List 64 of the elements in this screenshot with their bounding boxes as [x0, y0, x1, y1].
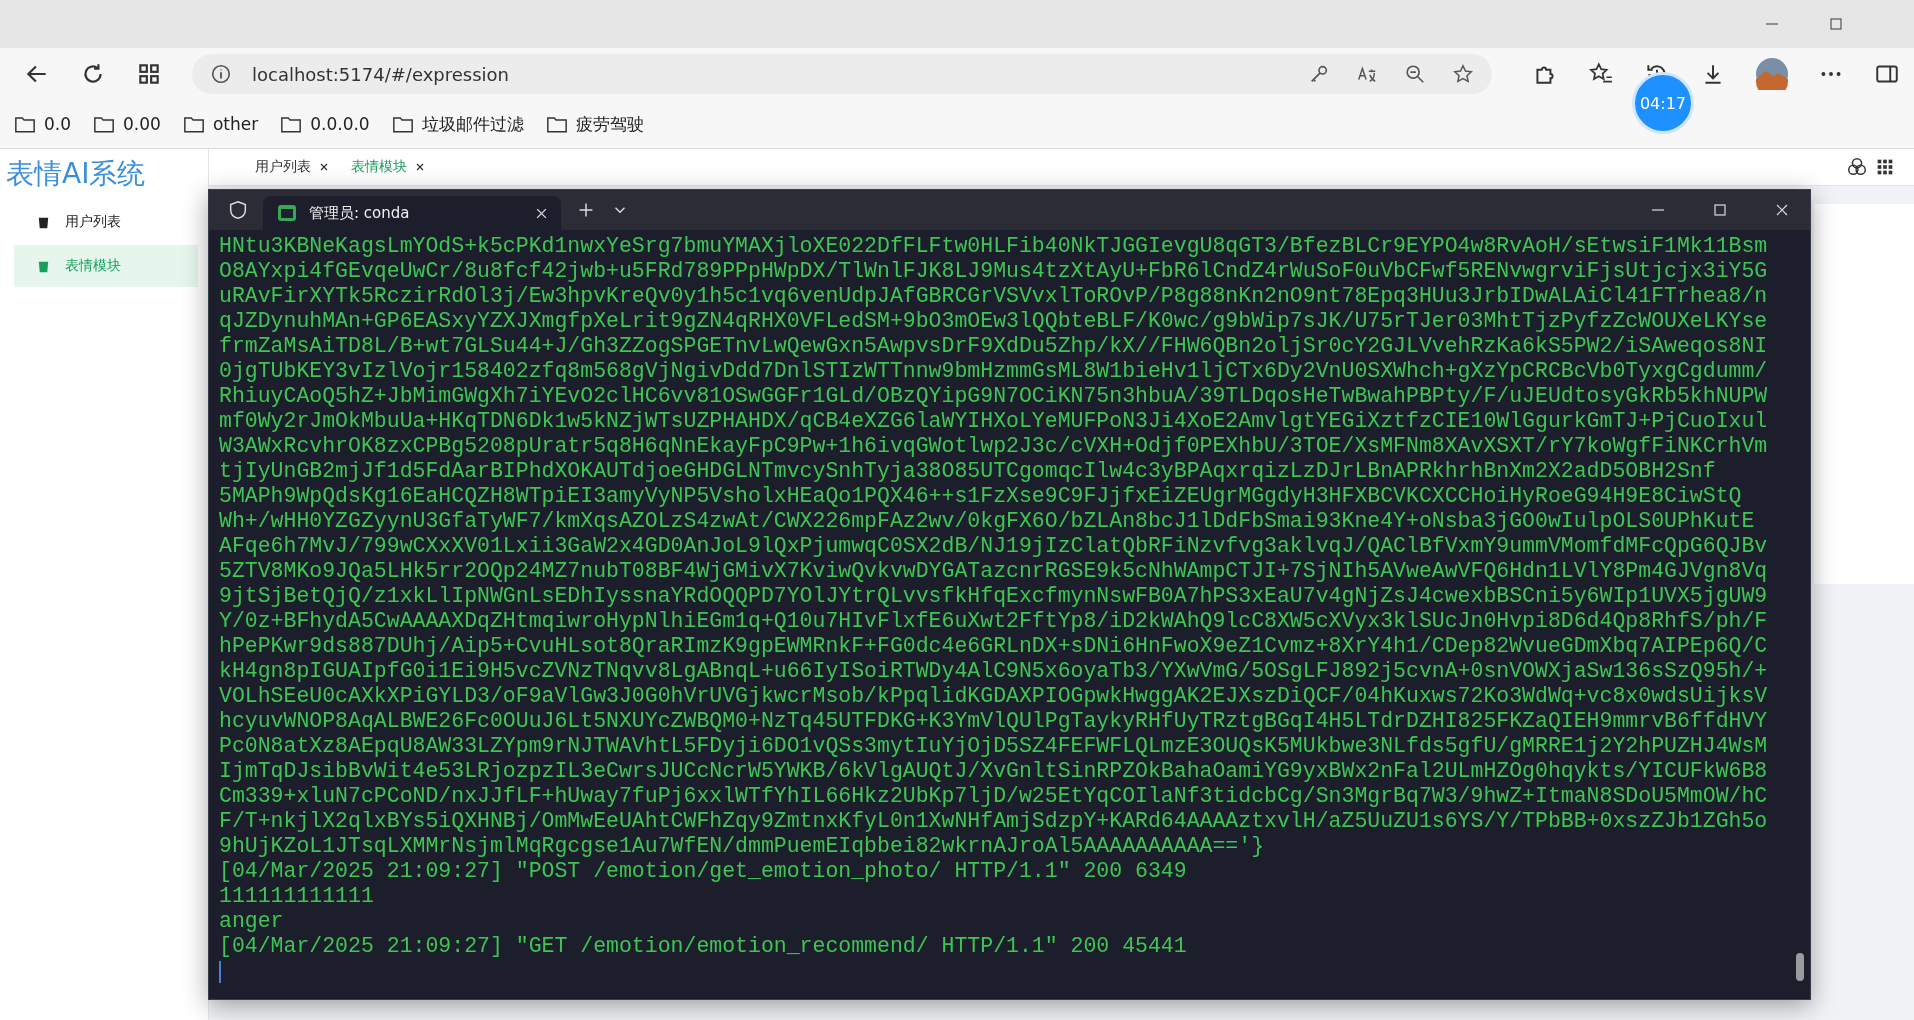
terminal-line: [04/Mar/2025 21:09:27] "POST /emotion/get_emotion_photo/ HTTP/1.1" 200 6349	[219, 859, 1188, 884]
folder-icon	[93, 114, 116, 134]
terminal-line: 5ZTV8MKo9JQa5LHk5rr2OQp24MZ7nubT08BF4WjGMivX7KviwQvkvwDYGATazcnrRGSE9k5cNhWAmpCTJI+7SjNIh5AVweAwVFQ6Hdn1LVlY8Pm4GJVgn8Vq	[219, 559, 1769, 584]
close-icon[interactable]	[415, 162, 425, 172]
terminal-line: 111111111111	[219, 884, 375, 909]
folder-icon	[545, 114, 568, 134]
info-icon[interactable]	[210, 63, 232, 85]
terminal-line: AFqe6h7MvJ/799wCXxXV01Lxii3GaW2x4GD0AnJoL9lQxPjumwqC0SX2dB/NJ19jIzClatQbRFiNzvfvg3aklvqJ/QAClBfVxmY9ummVMomfdMFcQpG6QJBv	[219, 534, 1769, 559]
bookmark-folder[interactable]: 0.0.0.0	[280, 114, 370, 134]
folder-icon	[280, 114, 303, 134]
sidebar-item[interactable]: 用户列表	[14, 201, 198, 243]
zoom-out-icon[interactable]	[1404, 63, 1426, 85]
terminal-line: O8AYxpi4fGEvqeUwCr/8u8fcf42jwb+u5FRd789PPpHWpDX/TlWnlFJK8LJ9Mus4tzXtAyU+FbR6lCndZ4rWuSoF0uVbCFwf5RENvwgrviFjsUtjcjx3iY5G	[219, 259, 1769, 284]
terminal-line: hPePKwr9ds887DUhj/Aip5+CvuHLsot8QraRImzK9gpEWMRnkF+FG0dc4e6GRLnDX+sDNi6HnFwoX9eZ1Cvmz+8XrY4h1/CDep82WvueGDmXbq7AIPEp6Q/C	[219, 634, 1769, 659]
close-icon[interactable]	[319, 162, 329, 172]
terminal-line: kH4gn8pIGUAIpfG0i1Ei9H5vcZVNzTNqvv8LgABnqL+u66IyISoiRTWDy4AlC9N5x6oyaTb3/YXwVmG/5OSgLFJ892j5cvnA+0snVOWXjaSw136sSzQ95h/+	[219, 659, 1769, 684]
terminal-line: 5MAPh9WpQdsKg16EaHCQZH8WTpiEI3amyVyNP5VsholxHEaQo1PQX46++s1FzXse9C9FJjfxEiZEUgrMGgdyH3HFXBCVKCXCCHoiHyRoeG94H9E8CiwStQ	[219, 484, 1743, 509]
avatar-icon[interactable]	[1756, 58, 1788, 90]
bookmark-folder[interactable]: 疲劳驾驶	[545, 112, 644, 136]
terminal-line: 9hUjKZoL1JTsqLXMMrNsjmlMqRgcgse1Au7WfEN/dmmPuemEIqbbei82wkrnAJroAl5AAAAAAAAAA=='}	[219, 834, 1266, 859]
key-icon[interactable]	[1308, 63, 1330, 85]
terminal-line: Cm339+xluN7cPCoND/nxJJfLF+hUway7fuPj6xxlWTfYhIL66Hkz2UbKp7ljD/w25EtYqCOIlaNf3tidcbCg/Sn3MgrBq7W3/9hwZ+ItmaN8SDoU5MmOW/hC	[219, 784, 1769, 809]
terminal-line: uRAvFirXYTk5RczirRdOl3j/Ew3hpvKreQv0y1h5c1vq6venUdpJAfGBRCGrVSVvxlToROvP/P8g88nKn2nO9nt78Epq3HUu3JrbIDwALAiCl41FTrhea8/n	[219, 284, 1769, 309]
terminal-line: HNtu3KBNeKagsLmYOdS+k5cPKd1nwxYeSrg7bmuYMAXjloXE022DfFLFtw0HLFib40NkTJGGIevgU8qGT3/BfezBLCr9EYPO4w8RvAoH/sEtwsiF1Mk11Bsm	[219, 234, 1769, 259]
grid-icon[interactable]	[136, 61, 162, 87]
terminal-line: 9jtSjBetQjQ/z1xkLlIpNWGnLsEDhIyssnaYRdOQQPD7YOlJYtrQLvvsfkHfqExcfmynNswFB0A7hPS3xEaU7v4gNjZsJ4cwexbBSCni5y6WIp1UVX5jgUW9	[219, 584, 1769, 609]
terminal-line: [04/Mar/2025 21:09:27] "GET /emotion/emotion_recommend/ HTTP/1.1" 200 45441	[219, 934, 1188, 959]
maximize-icon[interactable]	[1712, 202, 1728, 218]
bookmark-folder[interactable]: 0.0	[14, 114, 72, 134]
maximize-icon[interactable]	[1828, 16, 1844, 32]
bookmark-folder[interactable]: 垃圾邮件过滤	[391, 112, 524, 136]
folder-icon	[182, 114, 205, 134]
terminal-line: mf0Wy2rJmOkMbuUa+HKqTDN6Dk1w5kNZjWTsUZPHAHDX/qCB4eXZG6laWYIHXoLYeMUFPoN3Ji4XoE2AmvlgtYEGiXztfzCIE10WlGgurkGmTJ+PjCuoIxul	[219, 409, 1769, 434]
terminal-line: tjIyUnGB2mjJf1d5FdAarBIPhdXOKAUTdjoeGHDGLNTmvcySnhTyja38O85UTCgomqcIlw4c3yBPAqxrqizLzDJrLBnAPRkhrhBnXm2X2adD5OBH2Snf	[219, 459, 1717, 484]
url-text: localhost:5174/#/expression	[252, 63, 510, 85]
folder-icon	[391, 114, 414, 134]
terminal-line: Wh+/wHH0YZGZyynU3GfaTyWF7/kmXqsAZOLzS4zwAt/CWX226mpFAz2wv/0kgFX6O/bZLAn8bcJ1lDdFbSmai93Kne4Y+oNsba3jGO0wIulpOLS0UPhKutE	[219, 509, 1756, 534]
terminal-tab[interactable]: 管理员: conda	[263, 196, 561, 230]
shield-icon	[227, 199, 249, 221]
terminal-line: VOLhSEeU0cAXkXPiGYLD3/oF9aVlGw3J0G0hVrUVGjkwcrMsob/kPpqlidKGDAXPIOGpwkHwggAK2EJXszDiQCF/04hKuxws72Ko3WdWq+vc8x0wdsUijksV	[219, 684, 1769, 709]
terminal-icon	[277, 203, 297, 223]
terminal-line: frmZaMsAiTD8L/B+wt7GLSu44+J/Gh3ZZogSPGETnvLwQewGxn5AwpvsDrF9XdDu5Zhp/kX//FHW6QBn2oljSr0cY2GJLVvehRzKa6kS5PW2/iSAweqos8NI	[219, 334, 1769, 359]
favorite-star-icon[interactable]	[1452, 63, 1474, 85]
bookmark-folder[interactable]: 0.00	[93, 114, 161, 134]
color-icon[interactable]	[1846, 156, 1868, 178]
address-bar[interactable]: localhost:5174/#/expression	[192, 54, 1492, 94]
terminal-line: 0jgTUbKEY3vIzlVojr158402zfq8m568gVjNgivDdd7DnlSTIzWTTnnw9bmHzmmGsML8W1bieHv1ljCTx6Dy2VnU0SXWhch+gXzYpCRCBcVb0TyxgCgdumm/	[219, 359, 1769, 384]
folder-icon	[14, 114, 36, 134]
translate-icon[interactable]	[1356, 63, 1378, 85]
terminal-line: IjmTqDJsibBvWit4e53LRjozpzIL3eCwrsJUCcNcrW5YWKB/6kVlgAUQtJ/XvGnltSinRPZOkBahaOamiYG9yxBWx2nFal2ULmHZOg0hqykts/YICUFkW6B8	[219, 759, 1769, 784]
terminal-line: W3AWxRcvhrOK8zxCPBg5208pUratr5q8H6qNnEkayFpC9Pw+1h6ivqGWotlwp2J3c/cVXH+Odjf0PEXhbU/3TOE/XsMFNm8XAvXSXT/rY7koWgfFiNKCrhVm	[219, 434, 1769, 459]
terminal-line: anger	[219, 909, 285, 934]
terminal-line: hcyuvWNOP8AqALBWE26Fc0OUuJ6Lt5NXUYcZWBQM0+NzTq45UTFDKG+K3YmVlQUlPgTaykyRHfUyTRztgBGqI4H5LTdrDZHI825FKZaQIEH9mmrvB6ffdHVY	[219, 709, 1769, 734]
close-icon[interactable]	[1774, 202, 1790, 218]
terminal-line: qJZDynuhMAn+GP6EASxyYZXJXmgfpXeLrit9gZN4qRHX0VFLedSM+9bO3mOEw3lQQbteBLF/K0wc/g9bWip7sJK/U75rTJer03MhtTjzPyfzZcWOUXeLKYse	[219, 309, 1769, 334]
terminal-line: Y/0z+BFhydA5CwAAAAXDqZHtmqiwroHypNlhiEGm1q+Q10u7HIvFlxfE6uXwt2FftYp8/iD2kWAhQ9lcC8XW5cXVyx3klSUcJn0Hvpi8D6d4Qp8RhfS/ph/F	[219, 609, 1769, 634]
terminal-line: F/T+nkjlX2qlxBYs5iQXHNBj/OmMwEeUAhtCWFhZqy9ZmtnxKfyL0n1XwNHfAmjSdzpY+KARd64AAAAztxvlH/aZ5UuZU1s6YS/Y/TPbBB+0xszZJb1ZGh5o	[219, 809, 1769, 834]
terminal-line: RhiuyCAoQ5hZ+JbMimGWgXh7iYEvO2clHC6vv81OSwGGFr1GLd/OBzQYipG9N7OCiKN75n3hbuA/39TLDqosHeTwBwahPBPty/F/uJEUdtosyGkRb5khNUPW	[219, 384, 1769, 409]
terminal-line: Pc0N8atXz8AEpqU8AW33LZYpm9rNJTWAVhtL5FDyji6DO1vQSs3mytIuYjOjD5SZ4FEFWFLQLmzE3OUQsK5MUkbwe3NLfds5gfU/gMRRE1j2Y2hPUZHJ4WsM	[219, 734, 1769, 759]
app-title: 表情AI系统	[5, 156, 147, 192]
bookmark-folder[interactable]: other	[182, 114, 259, 134]
page-tab[interactable]: 用户列表	[247, 154, 337, 180]
text-cursor	[219, 961, 221, 983]
page-tab[interactable]: 表情模块	[343, 154, 433, 180]
